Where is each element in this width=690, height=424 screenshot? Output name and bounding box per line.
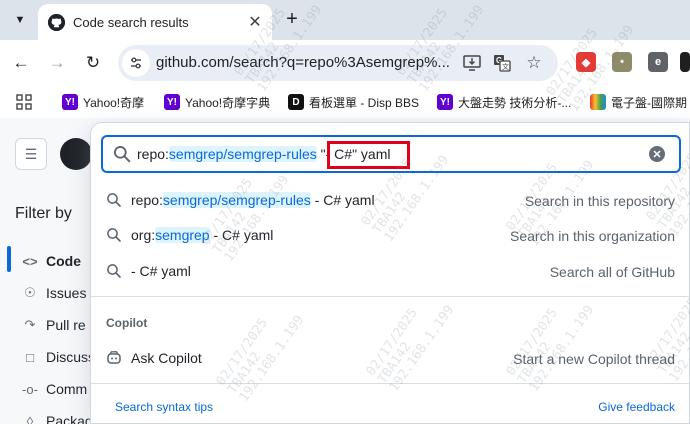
extension-red-cube-icon[interactable]: ◆ <box>576 52 596 72</box>
bookmark-star-icon[interactable]: ☆ <box>524 53 544 73</box>
sidebar-item-label: Pull re <box>46 317 86 333</box>
sidebar-item-label: Comm <box>46 381 88 397</box>
discussion-icon: □ <box>26 349 34 365</box>
search-syntax-tips-link[interactable]: Search syntax tips <box>115 400 213 414</box>
github-favicon-icon <box>48 13 65 31</box>
suggestion-terms: - C# yaml <box>209 227 274 243</box>
ask-copilot-hint: Start a new Copilot thread <box>513 351 675 367</box>
hamburger-menu-icon[interactable]: ☰ <box>15 138 47 170</box>
clear-search-icon[interactable]: ✕ <box>649 146 665 162</box>
sidebar-item-label: Issues <box>46 285 87 301</box>
bookmark-label: Yahoo!奇摩字典 <box>185 95 271 110</box>
back-arrow-icon[interactable]: ← <box>8 50 34 76</box>
annotation-red-box <box>327 141 410 169</box>
search-icon <box>107 264 121 278</box>
query-repo-highlight: semgrep/semgrep-rules <box>168 146 317 162</box>
suggestion-highlight: semgrep <box>155 227 210 243</box>
bookmark-label: 電子盤-國際期 <box>611 95 687 110</box>
tab-search-chevron-icon[interactable]: ▼ <box>6 6 34 34</box>
bookmark-electronic-futures[interactable]: 電子盤-國際期 <box>590 92 687 112</box>
suggestion-terms: - C# yaml <box>310 192 375 208</box>
suggestion-text: repo:semgrep/semgrep-rules - C# yaml <box>131 192 375 208</box>
sidebar-item-label: Code <box>46 253 81 269</box>
browser-toolbar: ← → ↻ github.com/search?q=repo%3Asemgrep… <box>0 40 690 86</box>
suggestion-repo[interactable]: repo:semgrep/semgrep-rules - C# yaml Sea… <box>91 183 689 217</box>
tab-close-icon[interactable]: ✕ <box>246 13 264 31</box>
search-input[interactable]: repo:semgrep/semgrep-rules "- C#" yaml ✕ <box>101 135 681 173</box>
yahoo-icon: Y! <box>62 94 78 110</box>
suggestion-highlight: semgrep/semgrep-rules <box>162 192 311 208</box>
bookmark-yahoo-dictionary[interactable]: Y! Yahoo!奇摩字典 <box>164 92 270 112</box>
search-dropdown: repo:semgrep/semgrep-rules "- C#" yaml ✕… <box>90 122 690 424</box>
suggestion-terms: - C# yaml <box>131 263 191 279</box>
suggestion-qualifier: org: <box>131 227 156 243</box>
new-tab-plus-icon[interactable]: + <box>280 7 304 31</box>
ask-copilot-item[interactable]: Ask Copilot Start a new Copilot thread <box>91 341 689 375</box>
suggestion-text: - C# yaml <box>131 263 191 279</box>
suggestion-hint: Search in this organization <box>510 228 675 244</box>
query-qualifier: repo: <box>137 146 169 162</box>
disp-bbs-icon: D <box>288 94 304 110</box>
divider <box>91 383 689 384</box>
issue-icon: ☉ <box>24 285 36 300</box>
suggestion-hint: Search in this repository <box>524 193 675 209</box>
translate-icon[interactable]: G文 <box>492 53 512 73</box>
filter-title: Filter by <box>15 205 72 222</box>
reload-icon[interactable]: ↻ <box>80 50 106 76</box>
search-icon <box>107 228 121 242</box>
extension-dark-icon[interactable] <box>680 52 690 72</box>
suggestion-org[interactable]: org:semgrep - C# yaml Search in this org… <box>91 218 689 252</box>
bookmark-market-trend[interactable]: Y! 大盤走勢 技術分析-... <box>437 92 571 112</box>
suggestion-hint: Search all of GitHub <box>549 264 675 280</box>
github-logo-icon[interactable] <box>60 138 92 170</box>
address-url: github.com/search?q=repo%3Asemgrep%... <box>156 54 450 71</box>
package-icon: ◊ <box>26 413 34 424</box>
apps-grid-icon[interactable] <box>16 92 32 112</box>
copilot-icon <box>107 351 121 364</box>
extension-bug-icon[interactable]: • <box>612 52 632 72</box>
install-app-icon[interactable] <box>462 53 482 73</box>
forward-arrow-icon[interactable]: → <box>44 50 70 76</box>
yahoo-icon: Y! <box>164 94 180 110</box>
pull-request-icon: ↷ <box>24 317 36 332</box>
search-icon <box>114 146 131 163</box>
rainbow-icon <box>590 94 606 110</box>
ask-copilot-label: Ask Copilot <box>131 350 202 366</box>
sidebar-item-label: Discuss <box>46 349 96 365</box>
suggestion-qualifier: repo: <box>131 192 163 208</box>
copilot-section-label: Copilot <box>106 316 148 330</box>
bookmark-label: 大盤走勢 技術分析-... <box>458 95 572 110</box>
tab-strip: ▼ Code search results ✕ + <box>0 0 690 40</box>
bookmarks-bar: Y! Yahoo!奇摩 Y! Yahoo!奇摩字典 D 看板選單 - Disp … <box>0 86 690 118</box>
bookmark-disp-bbs[interactable]: D 看板選單 - Disp BBS <box>288 92 419 112</box>
suggestion-all-github[interactable]: - C# yaml Search all of GitHub <box>91 254 689 288</box>
bookmark-yahoo[interactable]: Y! Yahoo!奇摩 <box>62 92 144 112</box>
suggestion-text: org:semgrep - C# yaml <box>131 227 273 243</box>
divider <box>91 296 689 297</box>
sidebar-item-label: Packag <box>46 413 93 424</box>
commit-icon: -o- <box>22 381 38 397</box>
code-icon: <> <box>22 253 38 269</box>
search-icon <box>107 193 121 207</box>
give-feedback-link[interactable]: Give feedback <box>598 400 675 414</box>
address-bar[interactable]: github.com/search?q=repo%3Asemgrep%... G… <box>118 45 558 81</box>
bookmark-label: Yahoo!奇摩 <box>83 95 145 110</box>
tab-active[interactable]: Code search results ✕ <box>38 4 272 40</box>
tab-title: Code search results <box>73 14 189 30</box>
extension-e-icon[interactable]: e <box>648 52 668 72</box>
bookmark-label: 看板選單 - Disp BBS <box>309 95 420 110</box>
yahoo-icon: Y! <box>437 94 453 110</box>
svg-text:文: 文 <box>502 62 509 71</box>
site-info-icon[interactable] <box>122 49 150 77</box>
